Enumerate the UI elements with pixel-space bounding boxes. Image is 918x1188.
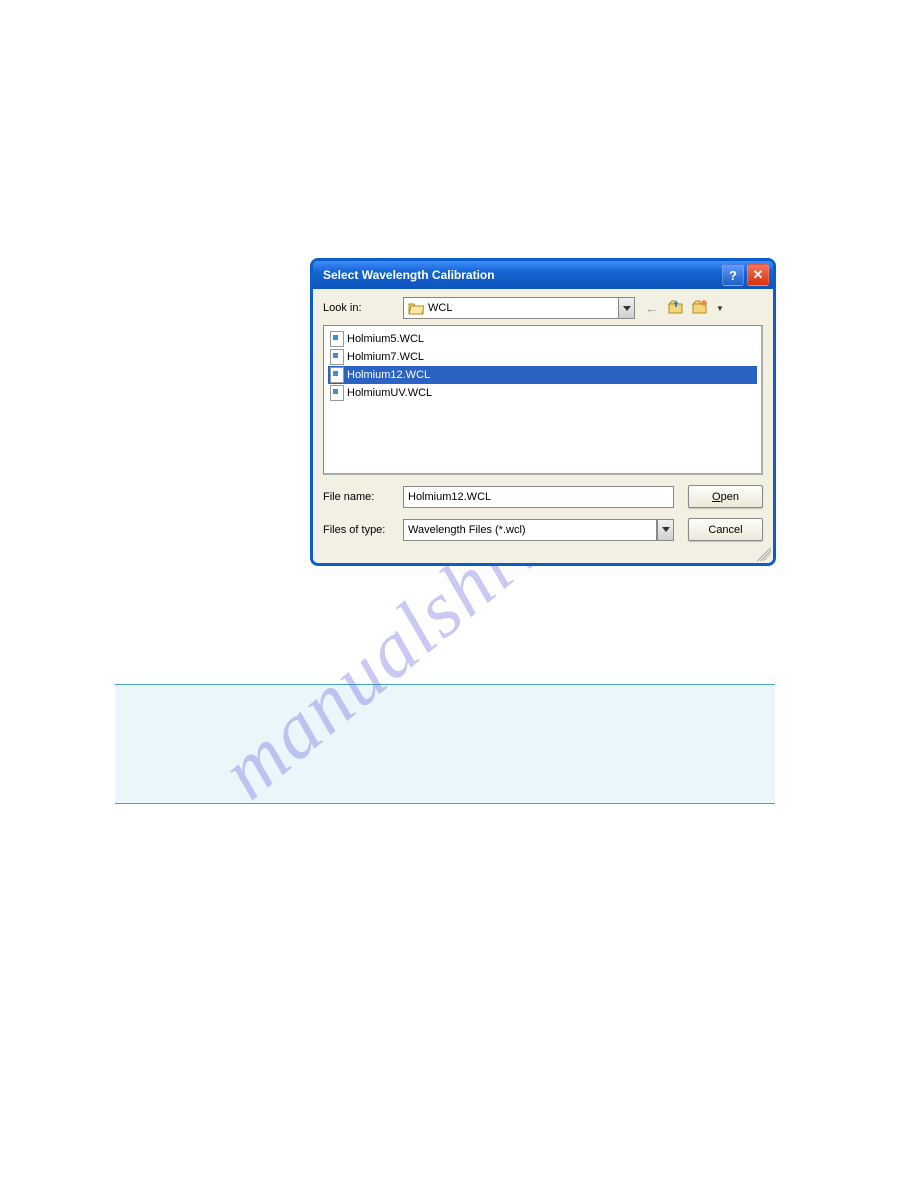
cancel-button[interactable]: Cancel <box>688 518 763 541</box>
files-of-type-label: Files of type: <box>323 524 403 536</box>
file-item[interactable]: Holmium5.WCL <box>328 330 757 348</box>
new-folder-icon[interactable] <box>691 298 709 319</box>
file-list[interactable]: Holmium5.WCL Holmium7.WCL Holmium12.WCL … <box>323 325 763 475</box>
file-item[interactable]: Holmium7.WCL <box>328 348 757 366</box>
file-name-label: File name: <box>323 491 403 503</box>
titlebar[interactable]: Select Wavelength Calibration ? ✕ <box>313 261 773 289</box>
files-of-type-dropdown-button[interactable] <box>657 519 674 541</box>
file-icon <box>330 331 344 347</box>
files-of-type-value: Wavelength Files (*.wcl) <box>408 524 526 536</box>
file-name: Holmium7.WCL <box>347 351 424 363</box>
file-icon <box>330 367 344 383</box>
look-in-label: Look in: <box>323 302 403 314</box>
up-folder-icon[interactable] <box>667 298 685 319</box>
file-icon <box>330 349 344 365</box>
file-item[interactable]: Holmium12.WCL <box>328 366 757 384</box>
dialog-title: Select Wavelength Calibration <box>323 268 719 282</box>
file-item[interactable]: HolmiumUV.WCL <box>328 384 757 402</box>
file-name-input[interactable] <box>403 486 674 508</box>
file-name: Holmium5.WCL <box>347 333 424 345</box>
files-of-type-combo[interactable]: Wavelength Files (*.wcl) <box>403 519 657 541</box>
file-open-dialog: Select Wavelength Calibration ? ✕ Look i… <box>310 258 776 566</box>
resize-grip[interactable] <box>757 547 771 561</box>
folder-open-icon <box>408 301 424 315</box>
view-menu-icon[interactable]: ▼ <box>715 304 724 313</box>
file-name: Holmium12.WCL <box>347 369 430 381</box>
close-button[interactable]: ✕ <box>747 264 769 286</box>
open-button[interactable]: Open <box>688 485 763 508</box>
file-name: HolmiumUV.WCL <box>347 387 432 399</box>
look-in-value: WCL <box>428 302 452 314</box>
back-arrow-icon[interactable]: ← <box>643 300 661 316</box>
look-in-dropdown-button[interactable] <box>618 297 635 319</box>
note-highlight-box <box>115 684 775 804</box>
help-button[interactable]: ? <box>722 264 744 286</box>
look-in-combo[interactable]: WCL <box>403 297 618 319</box>
file-icon <box>330 385 344 401</box>
